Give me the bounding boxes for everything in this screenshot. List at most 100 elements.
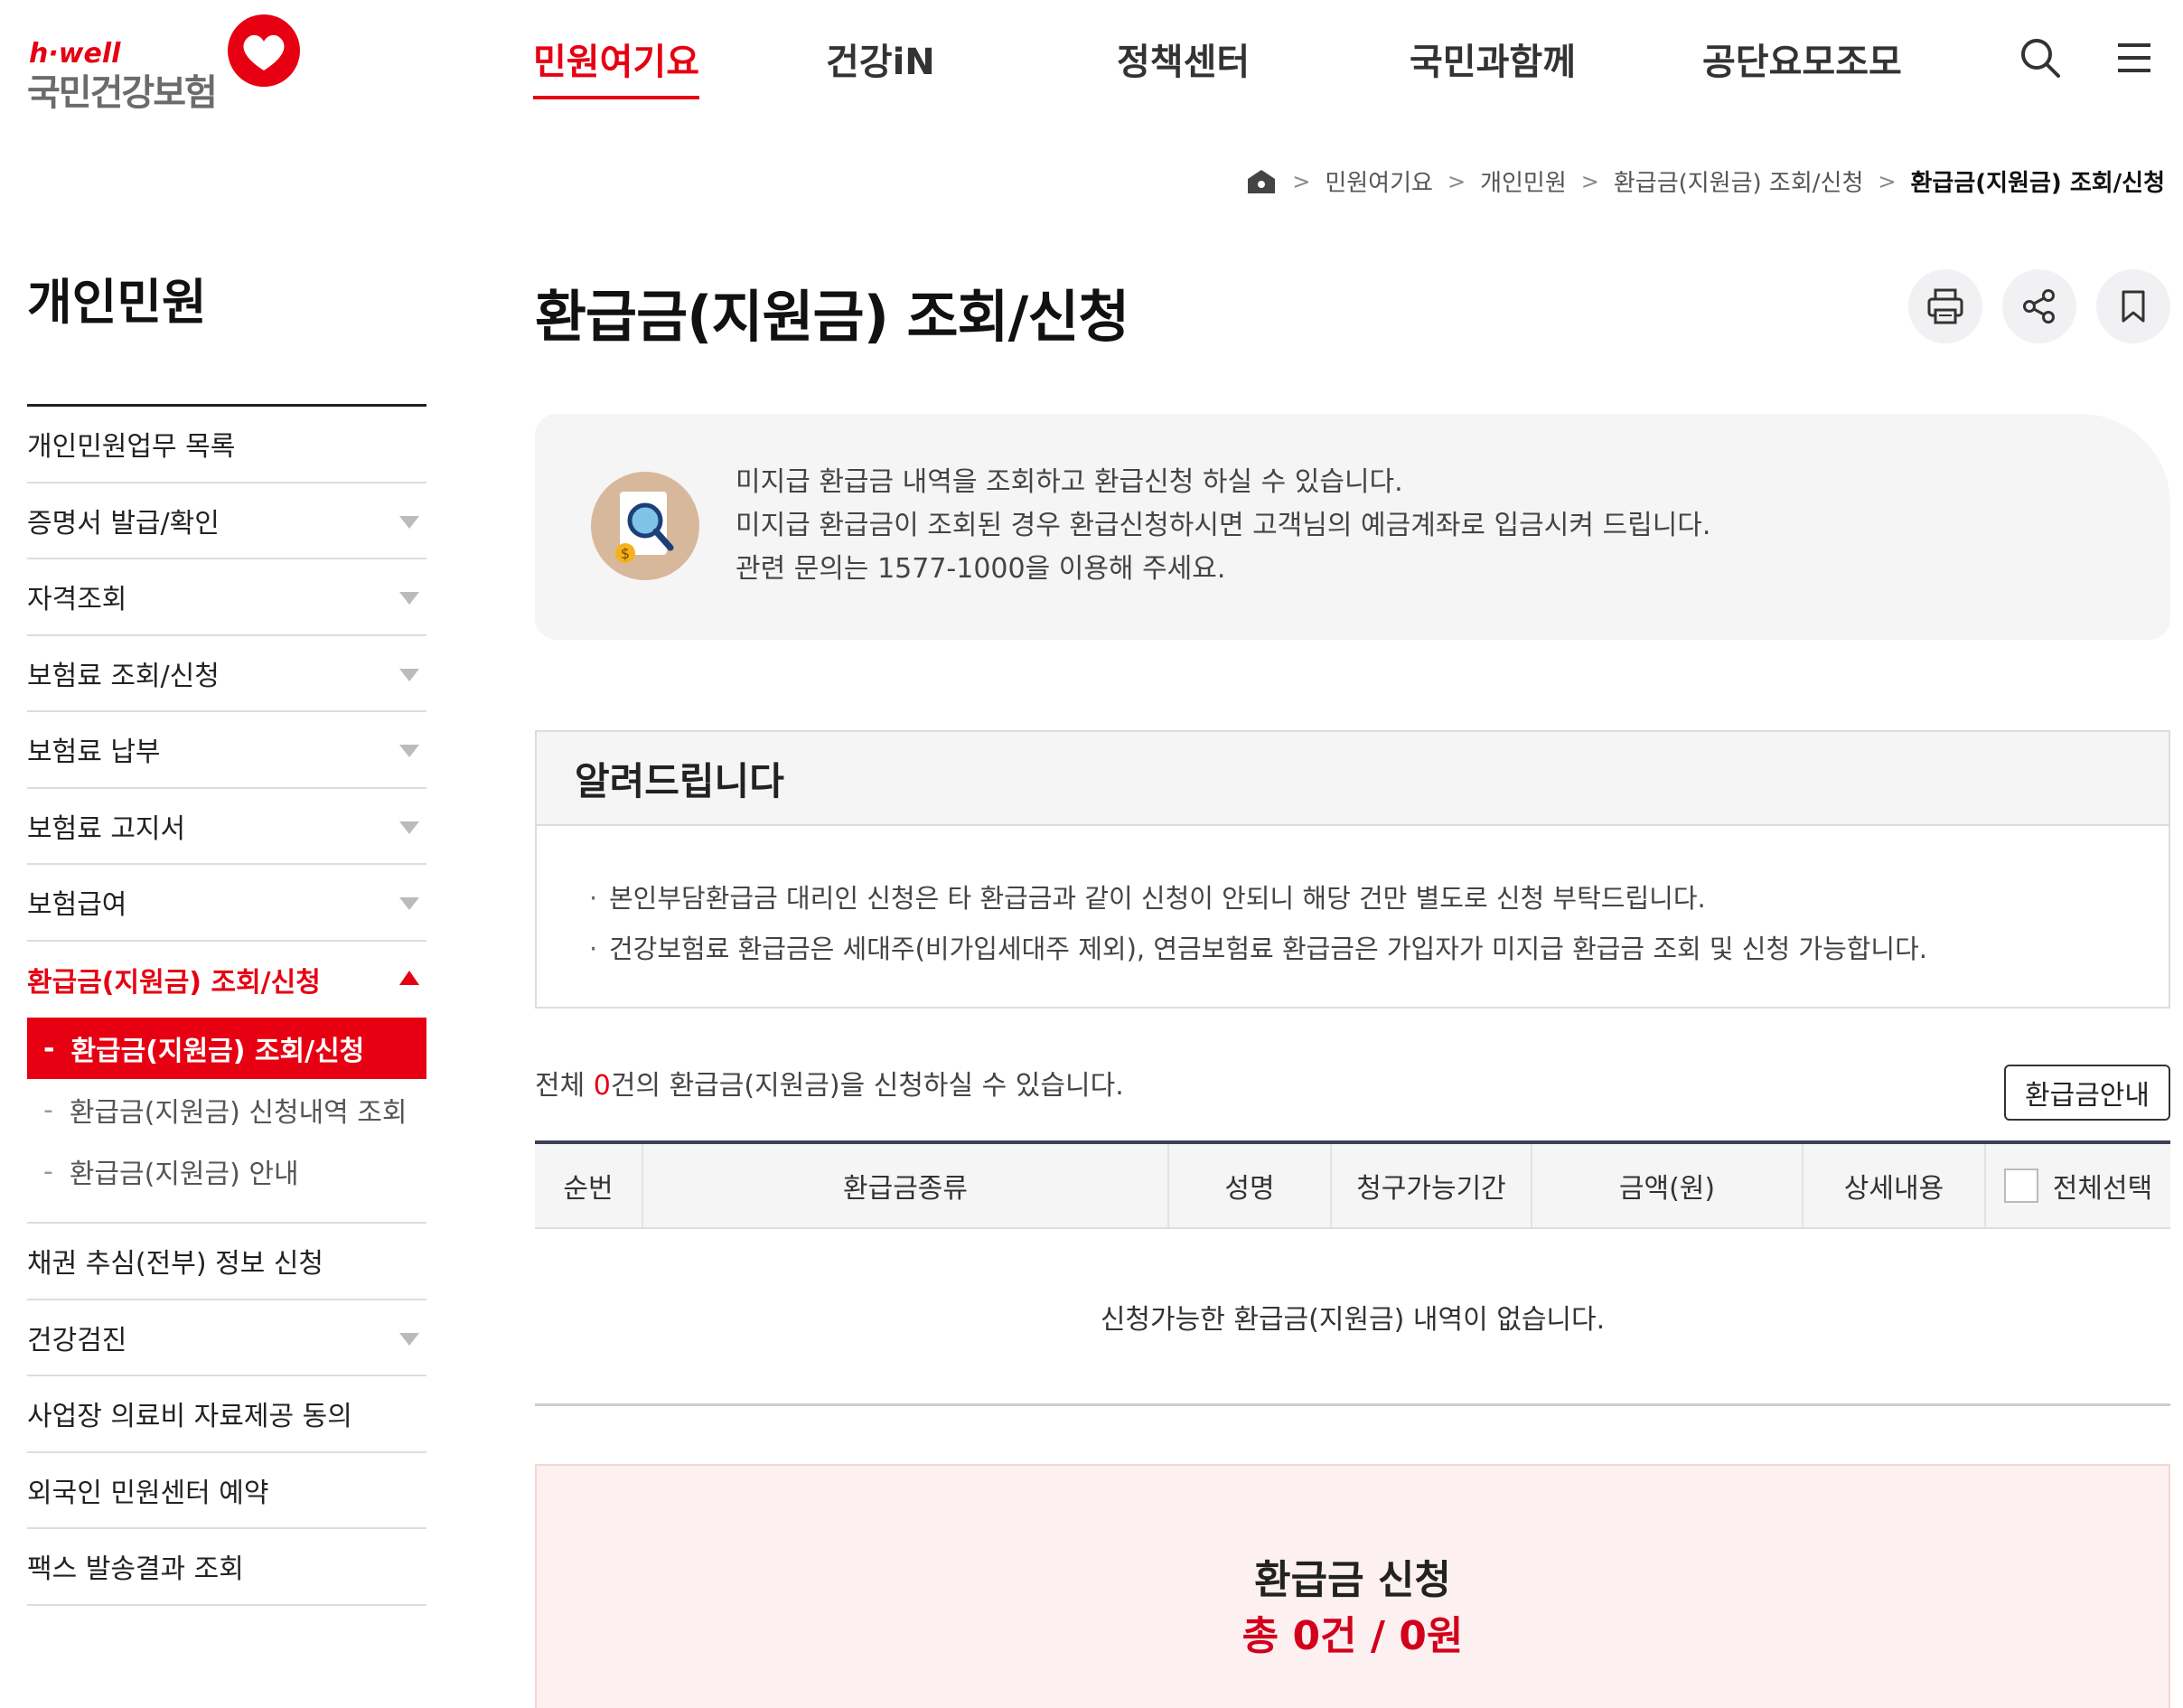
- sidebar-nav: 개인민원업무 목록 증명서 발급/확인 자격조회 보험료 조회/신청 보험료 납…: [27, 404, 426, 1606]
- submenu-item[interactable]: - 환급금(지원금) 신청내역 조회: [27, 1079, 426, 1140]
- breadcrumb-separator: >: [1878, 168, 1897, 194]
- sidebar-item-label: 사업장 의료비 자료제공 동의: [27, 1401, 352, 1433]
- sidebar-item-label: 건강검진: [27, 1324, 127, 1356]
- column-header: 환급금종류: [643, 1144, 1169, 1227]
- info-text: 미지급 환급금 내역을 조회하고 환급신청 하실 수 있습니다. 미지급 환급금…: [735, 461, 1710, 591]
- submenu-dash: -: [43, 1032, 55, 1065]
- sidebar-item-label: 보험료 조회/신청: [27, 660, 220, 692]
- breadcrumb: > 민원여기요 > 개인민원 > 환급금(지원금) 조회/신청 > 환급금(지원…: [1245, 164, 2165, 198]
- submenu-dash: -: [43, 1093, 53, 1126]
- breadcrumb-item[interactable]: 개인민원: [1480, 164, 1567, 198]
- sidebar-item-refund[interactable]: 환급금(지원금) 조회/신청: [27, 942, 426, 1018]
- refund-guide-button[interactable]: 환급금안내: [2004, 1065, 2170, 1121]
- column-header: 금액(원): [1532, 1144, 1804, 1227]
- select-all-checkbox[interactable]: [2003, 1168, 2038, 1203]
- expand-arrow-icon: [399, 668, 419, 681]
- sidebar-item[interactable]: 보험료 납부: [27, 712, 426, 789]
- info-line: 관련 문의는 1577-1000을 이용해 주세요.: [735, 553, 1226, 585]
- share-icon: [2023, 289, 2055, 324]
- sidebar-item-label: 보험료 납부: [27, 737, 161, 769]
- sidebar-title: 개인민원: [27, 274, 207, 331]
- table-empty-message: 신청가능한 환급금(지원금) 내역이 없습니다.: [535, 1229, 2170, 1406]
- logo-main-text: 국민건강보험: [27, 72, 218, 114]
- column-header: 청구가능기간: [1332, 1144, 1532, 1227]
- breadcrumb-separator: >: [1447, 168, 1466, 194]
- notice-box: 알려드립니다 본인부담환급금 대리인 신청은 타 환급금과 같이 신청이 안되니…: [535, 730, 2170, 1009]
- total-count-text: 전체 0건의 환급금(지원금)을 신청하실 수 있습니다.: [535, 1063, 1124, 1103]
- apply-total: 총 0건 / 0원: [1241, 1613, 1464, 1659]
- column-header: 성명: [1169, 1144, 1332, 1227]
- sidebar-item[interactable]: 자격조회: [27, 559, 426, 636]
- page-title: 환급금(지원금) 조회/신청: [535, 284, 1129, 350]
- gnb-item-minwon[interactable]: 민원여기요: [533, 33, 699, 99]
- total-count: 0: [593, 1070, 611, 1102]
- sidebar-item[interactable]: 보험급여: [27, 865, 426, 942]
- submenu-item-label: 환급금(지원금) 조회/신청: [70, 1036, 365, 1067]
- refund-table: 순번 환급금종류 성명 청구가능기간 금액(원) 상세내용 전체선택 신청가능한…: [535, 1140, 2170, 1406]
- select-all-label[interactable]: 전체선택: [2053, 1166, 2152, 1206]
- sidebar-submenu: - 환급금(지원금) 조회/신청 - 환급금(지원금) 신청내역 조회 - 환급금(지…: [27, 1018, 426, 1224]
- share-button[interactable]: [2002, 269, 2076, 343]
- home-icon[interactable]: [1245, 167, 1278, 196]
- svg-text:$: $: [621, 545, 630, 562]
- print-button[interactable]: [1908, 269, 1982, 343]
- bookmark-button[interactable]: [2096, 269, 2170, 343]
- breadcrumb-separator: >: [1580, 168, 1599, 194]
- breadcrumb-item[interactable]: 민원여기요: [1325, 164, 1433, 198]
- column-header: 상세내용: [1804, 1144, 1986, 1227]
- sidebar-item[interactable]: 증명서 발급/확인: [27, 483, 426, 559]
- print-icon: [1927, 288, 1963, 324]
- sidebar-item-label: 채권 추심(전부) 정보 신청: [27, 1248, 324, 1281]
- total-suffix: 건의 환급금(지원금)을 신청하실 수 있습니다.: [610, 1070, 1124, 1102]
- submenu-item-label: 환급금(지원금) 신청내역 조회: [69, 1097, 408, 1129]
- breadcrumb-current: 환급금(지원금) 조회/신청: [1910, 170, 2165, 197]
- sidebar-item[interactable]: 팩스 발송결과 조회: [27, 1529, 426, 1606]
- logo[interactable]: h·well 국민건강보험: [27, 14, 300, 114]
- gnb-item-policy[interactable]: 정책센터: [1117, 33, 1250, 85]
- bookmark-icon: [2122, 290, 2145, 323]
- table-header: 순번 환급금종류 성명 청구가능기간 금액(원) 상세내용 전체선택: [535, 1144, 2170, 1229]
- gnb-item-together[interactable]: 국민과함께: [1410, 33, 1576, 85]
- sidebar-item[interactable]: 보험료 고지서: [27, 789, 426, 865]
- info-box: $ 미지급 환급금 내역을 조회하고 환급신청 하실 수 있습니다. 미지급 환…: [535, 414, 2170, 640]
- notice-list: 본인부담환급금 대리인 신청은 타 환급금과 같이 신청이 안되니 해당 건만 …: [537, 826, 2169, 974]
- expand-arrow-icon: [399, 897, 419, 910]
- expand-arrow-icon: [399, 515, 419, 529]
- notice-item: 본인부담환급금 대리인 신청은 타 환급금과 같이 신청이 안되니 해당 건만 …: [589, 873, 2169, 924]
- sidebar-item-label: 환급금(지원금) 조회/신청: [27, 966, 321, 999]
- gnb-item-about[interactable]: 공단요모조모: [1702, 33, 1902, 85]
- info-line: 미지급 환급금 내역을 조회하고 환급신청 하실 수 있습니다.: [735, 466, 1403, 498]
- breadcrumb-separator: >: [1292, 168, 1311, 194]
- notice-item: 건강보험료 환급금은 세대주(비가입세대주 제외), 연금보험료 환급금은 가입…: [589, 924, 2169, 974]
- sidebar-item[interactable]: 개인민원업무 목록: [27, 407, 426, 483]
- gnb-item-health-in[interactable]: 건강iN: [826, 33, 935, 85]
- menu-icon[interactable]: [2111, 34, 2158, 81]
- heart-logo-icon: [228, 14, 300, 87]
- sidebar-item-label: 보험급여: [27, 889, 127, 922]
- expand-arrow-icon: [399, 592, 419, 605]
- expand-arrow-icon: [399, 745, 419, 757]
- submenu-item-active[interactable]: - 환급금(지원금) 조회/신청: [27, 1018, 426, 1079]
- info-line: 미지급 환급금이 조회된 경우 환급신청하시면 고객님의 예금계좌로 입금시켜 …: [735, 510, 1711, 541]
- sidebar-item-label: 자격조회: [27, 584, 127, 616]
- sidebar-item[interactable]: 보험료 조회/신청: [27, 636, 426, 712]
- sidebar-item[interactable]: 사업장 의료비 자료제공 동의: [27, 1376, 426, 1453]
- collapse-arrow-icon: [399, 970, 419, 985]
- search-icon[interactable]: [2017, 34, 2064, 81]
- sidebar-item-label: 외국인 민원센터 예약: [27, 1477, 269, 1509]
- sidebar-item-label: 개인민원업무 목록: [27, 431, 236, 464]
- breadcrumb-item[interactable]: 환급금(지원금) 조회/신청: [1614, 164, 1864, 198]
- sidebar-item[interactable]: 채권 추심(전부) 정보 신청: [27, 1224, 426, 1300]
- submenu-item-label: 환급금(지원금) 안내: [69, 1159, 299, 1190]
- column-header: 순번: [535, 1144, 643, 1227]
- sidebar-item[interactable]: 건강검진: [27, 1300, 426, 1376]
- sidebar-item-label: 보험료 고지서: [27, 812, 186, 845]
- apply-summary-box: 환급금 신청 총 0건 / 0원: [535, 1464, 2170, 1708]
- notice-title: 알려드립니다: [537, 732, 2169, 826]
- submenu-dash: -: [43, 1155, 53, 1187]
- sidebar-item[interactable]: 외국인 민원센터 예약: [27, 1453, 426, 1529]
- select-all-header: 전체선택: [1986, 1144, 2170, 1227]
- refund-search-icon: $: [591, 472, 699, 580]
- sidebar-item-label: 증명서 발급/확인: [27, 507, 220, 540]
- submenu-item[interactable]: - 환급금(지원금) 안내: [27, 1140, 426, 1202]
